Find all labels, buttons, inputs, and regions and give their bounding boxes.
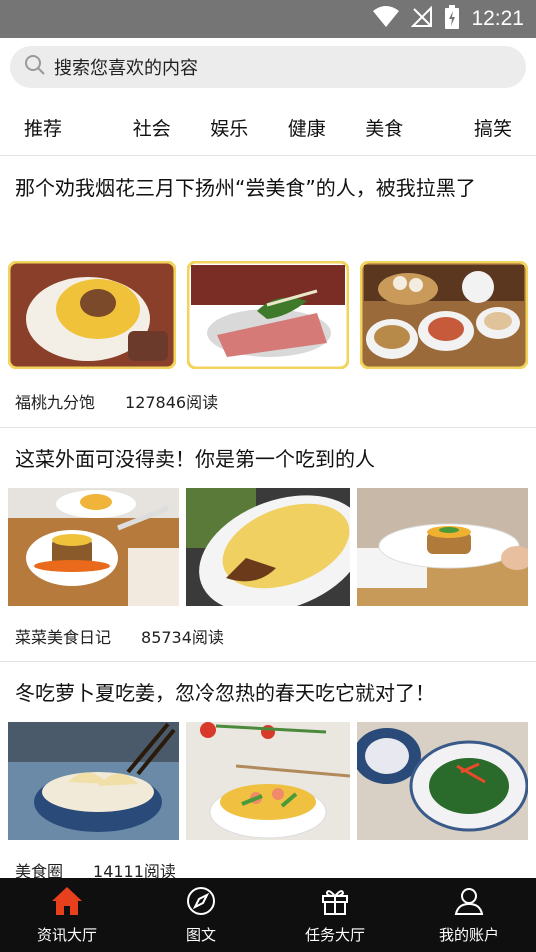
no-signal-icon — [411, 5, 433, 32]
status-bar: 12:21 — [0, 0, 536, 38]
compass-icon — [186, 886, 216, 920]
user-icon — [454, 886, 484, 920]
category-tabs: 推荐 社会 娱乐 健康 美食 搞笑 — [0, 100, 536, 155]
article-image[interactable] — [186, 488, 350, 606]
nav-label: 资讯大厅 — [36, 925, 97, 944]
article-images — [8, 488, 528, 606]
search-area: 搜索您喜欢的内容 — [0, 38, 536, 98]
battery-icon — [445, 5, 460, 33]
nav-graphic[interactable]: 图文 — [134, 878, 268, 952]
tab-food[interactable]: 美食 — [346, 100, 424, 155]
bottom-nav: 资讯大厅 图文 任务大厅 我的账户 — [0, 878, 536, 952]
article-meta: 福桃九分饱 127846阅读 — [15, 389, 218, 413]
article-source: 菜菜美食日记 — [15, 628, 112, 647]
nav-task-hall[interactable]: 任务大厅 — [268, 878, 402, 952]
tab-health[interactable]: 健康 — [268, 100, 346, 155]
search-bar[interactable]: 搜索您喜欢的内容 — [10, 46, 526, 88]
article-image[interactable] — [8, 488, 179, 606]
article-image[interactable] — [8, 722, 179, 840]
article-title[interactable]: 这菜外面可没得卖！你是第一个吃到的人 — [15, 441, 521, 477]
article-source: 福桃九分饱 — [15, 393, 96, 412]
article-card[interactable]: 这菜外面可没得卖！你是第一个吃到的人 菜菜美食日记 85734阅读 — [0, 428, 536, 661]
nav-my-account[interactable]: 我的账户 — [402, 878, 536, 952]
nav-label: 任务大厅 — [304, 925, 365, 944]
article-title[interactable]: 那个劝我烟花三月下扬州“尝美食”的人，被我拉黑了 — [15, 170, 521, 206]
tab-entertainment[interactable]: 娱乐 — [191, 100, 269, 155]
article-meta: 菜菜美食日记 85734阅读 — [15, 624, 224, 648]
gift-icon — [320, 886, 350, 920]
clock: 12:21 — [471, 7, 524, 30]
article-reads: 127846阅读 — [125, 393, 219, 412]
search-placeholder: 搜索您喜欢的内容 — [54, 58, 198, 79]
wifi-icon — [373, 6, 400, 32]
article-image[interactable] — [8, 261, 176, 369]
article-images — [8, 261, 528, 369]
tab-recommend[interactable]: 推荐 — [0, 100, 113, 155]
article-image[interactable] — [187, 261, 349, 369]
article-card[interactable]: 那个劝我烟花三月下扬州“尝美食”的人，被我拉黑了 福桃九分饱 127846阅读 — [0, 156, 536, 427]
article-image[interactable] — [360, 261, 528, 369]
nav-label: 我的账户 — [438, 925, 499, 944]
tab-society[interactable]: 社会 — [113, 100, 191, 155]
home-icon — [51, 886, 83, 920]
search-icon — [24, 54, 46, 80]
article-image[interactable] — [357, 488, 528, 606]
article-card[interactable]: 冬吃萝卜夏吃姜，忽冷忽热的春天吃它就对了！ 美食圈 14111阅读 — [0, 662, 536, 881]
tab-funny[interactable]: 搞笑 — [423, 100, 536, 155]
nav-news-hall[interactable]: 资讯大厅 — [0, 878, 134, 952]
article-image[interactable] — [357, 722, 528, 840]
article-image[interactable] — [186, 722, 350, 840]
article-images — [8, 722, 528, 840]
article-reads: 85734阅读 — [141, 628, 224, 647]
article-title[interactable]: 冬吃萝卜夏吃姜，忽冷忽热的春天吃它就对了！ — [15, 675, 521, 711]
nav-label: 图文 — [185, 925, 216, 944]
